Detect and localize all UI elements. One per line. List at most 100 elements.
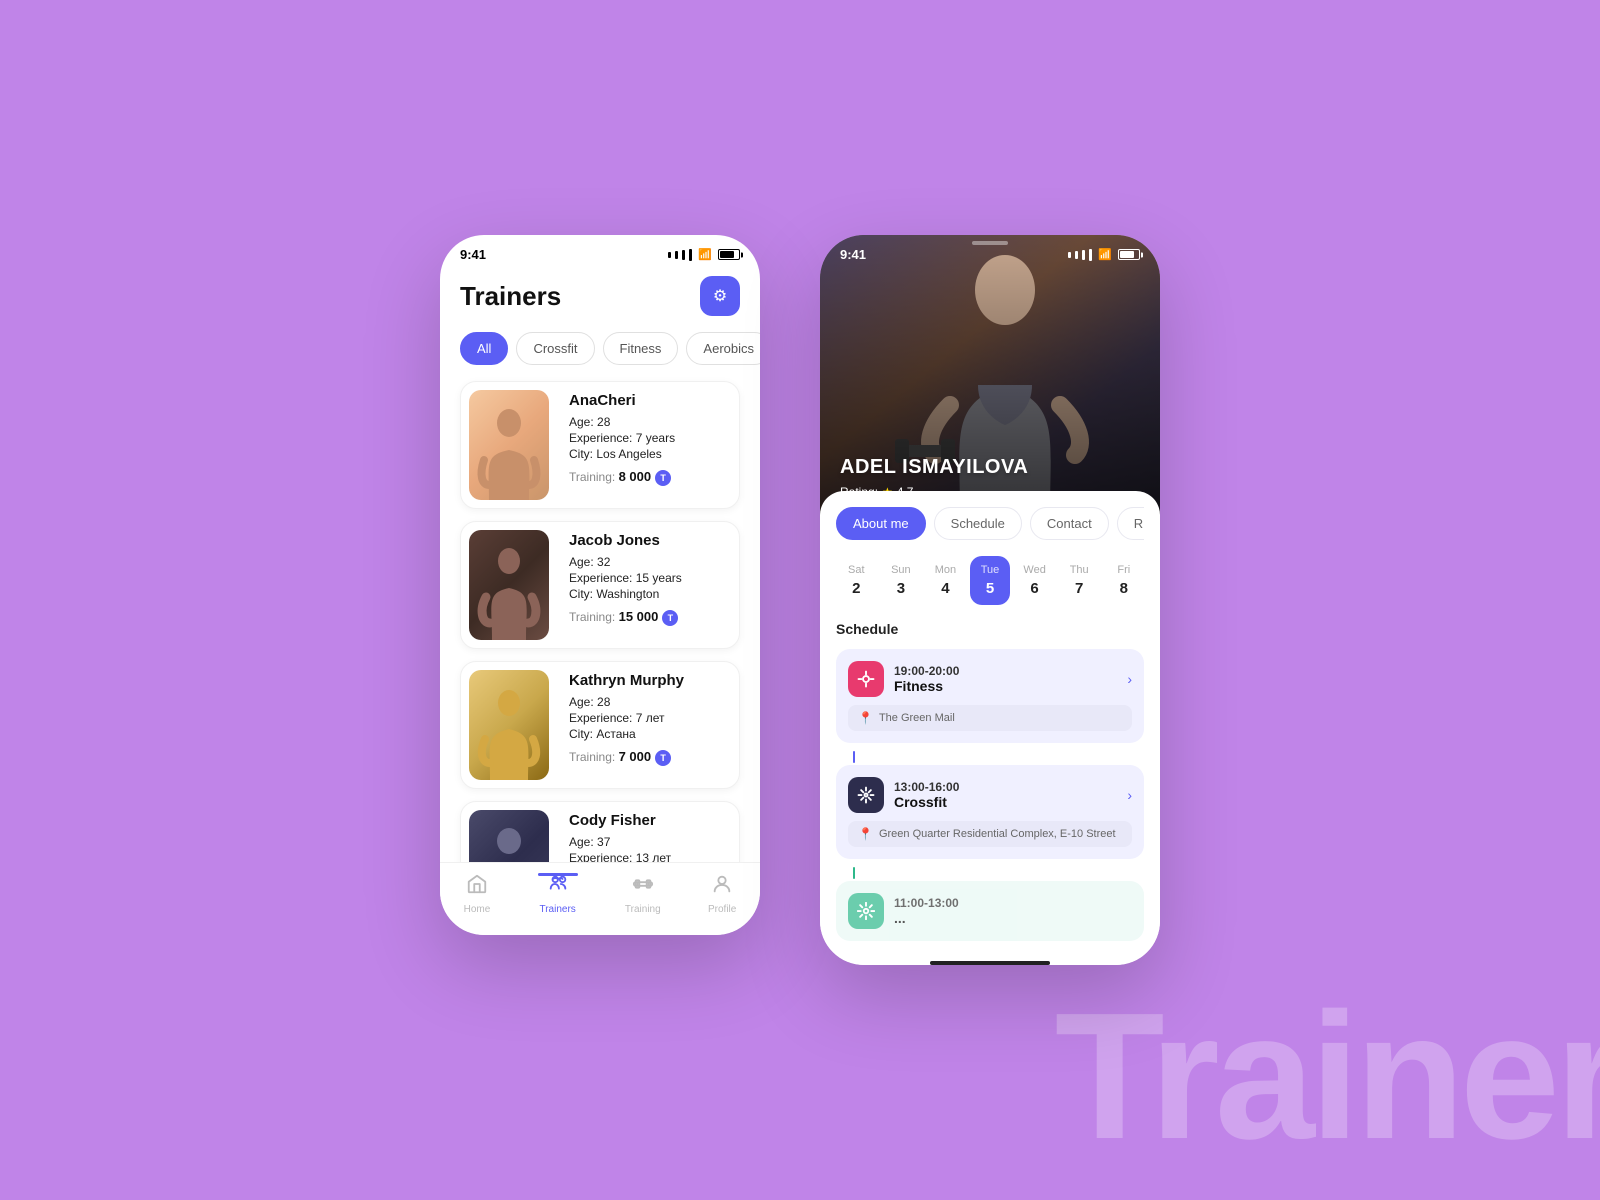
day-wed-name: Wed <box>1023 564 1045 576</box>
trainer-city-2: City: Washington <box>569 587 731 601</box>
home-icon <box>466 873 488 901</box>
trainer-city-3: City: Астана <box>569 727 731 741</box>
hero-area: 9:41 📶 <box>820 235 1160 515</box>
chevron-icon-2: › <box>1127 787 1132 803</box>
crossfit-icon <box>848 777 884 813</box>
signal-bar-3 <box>682 250 685 260</box>
tab-aerobics[interactable]: Aerobics <box>686 332 760 365</box>
schedule-time-1: 19:00-20:00 <box>894 664 1117 678</box>
bottom-nav: Home Trainers <box>440 862 760 935</box>
trainer-card-1[interactable]: AnaCheri Age: 28 Experience: 7 years Cit… <box>460 381 740 509</box>
schedule-header-2: 13:00-16:00 Crossfit › <box>848 777 1132 813</box>
day-sun-name: Sun <box>891 564 911 576</box>
home-indicator-area <box>836 949 1144 965</box>
schedule-name-2: Crossfit <box>894 794 1117 810</box>
price-badge-1 <box>655 470 671 486</box>
price-badge-2 <box>662 610 678 626</box>
tab-schedule[interactable]: Schedule <box>934 507 1022 540</box>
profile-icon <box>711 873 733 901</box>
signal-r-1 <box>1068 252 1071 258</box>
trainer-age-4: Age: 37 <box>569 835 731 849</box>
tab-contact[interactable]: Contact <box>1030 507 1109 540</box>
battery-icon <box>718 249 740 260</box>
nav-item-profile[interactable]: Profile <box>708 873 736 915</box>
price-badge-3 <box>655 750 671 766</box>
trainers-icon <box>547 873 569 901</box>
schedule-item-1[interactable]: 19:00-20:00 Fitness › 📍 The Green Mail <box>836 649 1144 743</box>
phones-container: 9:41 📶 Trainers ⚙ All Crossfit <box>440 235 1160 965</box>
time-left: 9:41 <box>460 247 486 262</box>
schedule-location-1: 📍 The Green Mail <box>848 705 1132 731</box>
schedule-section-title: Schedule <box>836 621 1144 637</box>
day-sat-num: 2 <box>852 580 860 597</box>
signal-r-3 <box>1082 250 1085 260</box>
schedule-connector-2 <box>853 867 855 879</box>
signal-r-2 <box>1075 251 1078 259</box>
filter-button[interactable]: ⚙ <box>700 276 740 316</box>
signal-r-4 <box>1089 249 1092 261</box>
status-bar-right: 9:41 📶 <box>820 235 1160 268</box>
nav-item-training[interactable]: Training <box>625 873 661 915</box>
day-thu-name: Thu <box>1070 564 1089 576</box>
location-pin-2: 📍 <box>858 827 873 841</box>
day-sat[interactable]: Sat 2 <box>836 556 877 605</box>
day-tue-num: 5 <box>986 580 994 597</box>
schedule-time-2: 13:00-16:00 <box>894 780 1117 794</box>
wifi-icon-right: 📶 <box>1098 248 1112 261</box>
trainer-photo-2 <box>469 530 549 640</box>
day-picker: Sat 2 Sun 3 Mon 4 Tue 5 Wed 6 <box>836 556 1144 605</box>
trainer-price-1: Training: 8 000 <box>569 469 731 486</box>
hero-trainer-name: ADEL ISMAYILOVA <box>840 456 1028 479</box>
tab-about-me[interactable]: About me <box>836 507 926 540</box>
nav-item-trainers[interactable]: Trainers <box>538 873 578 915</box>
trainer-name-1: AnaCheri <box>569 392 731 409</box>
schedule-item-2[interactable]: 13:00-16:00 Crossfit › 📍 Green Quarter R… <box>836 765 1144 859</box>
day-mon[interactable]: Mon 4 <box>925 556 966 605</box>
chevron-icon-1: › <box>1127 671 1132 687</box>
signal-bar-1 <box>668 252 671 258</box>
tab-all[interactable]: All <box>460 332 508 365</box>
day-tue[interactable]: Tue 5 <box>970 556 1011 605</box>
day-mon-name: Mon <box>935 564 956 576</box>
trainer-price-2: Training: 15 000 <box>569 609 731 626</box>
trainer-info-1: AnaCheri Age: 28 Experience: 7 years Cit… <box>569 382 739 508</box>
right-phone: 9:41 📶 <box>820 235 1160 965</box>
day-sun-num: 3 <box>897 580 905 597</box>
nav-item-home[interactable]: Home <box>464 873 491 915</box>
nav-label-home: Home <box>464 904 491 915</box>
page-title: Trainers <box>460 281 561 312</box>
schedule-connector-1 <box>853 751 855 763</box>
day-fri[interactable]: Fri 8 <box>1103 556 1144 605</box>
signal-bar-4 <box>689 249 692 261</box>
day-sun[interactable]: Sun 3 <box>881 556 922 605</box>
training-icon <box>632 873 654 901</box>
day-sat-name: Sat <box>848 564 865 576</box>
trainer-name-2: Jacob Jones <box>569 532 731 549</box>
tab-fitness[interactable]: Fitness <box>603 332 679 365</box>
day-thu-num: 7 <box>1075 580 1083 597</box>
location-text-1: The Green Mail <box>879 712 955 724</box>
trainer-card-2[interactable]: Jacob Jones Age: 32 Experience: 15 years… <box>460 521 740 649</box>
day-thu[interactable]: Thu 7 <box>1059 556 1100 605</box>
schedule-item-3-partial[interactable]: 11:00-13:00 ... <box>836 881 1144 941</box>
left-phone: 9:41 📶 Trainers ⚙ All Crossfit <box>440 235 760 935</box>
sheet-tabs: About me Schedule Contact R <box>836 507 1144 540</box>
trainer-exp-1: Experience: 7 years <box>569 431 731 445</box>
trainer-card-3[interactable]: Kathryn Murphy Age: 28 Experience: 7 лет… <box>460 661 740 789</box>
time-right: 9:41 <box>840 247 866 262</box>
trainer-age-2: Age: 32 <box>569 555 731 569</box>
battery-right <box>1118 249 1140 260</box>
trainer-photo-1 <box>469 390 549 500</box>
trainer-age-label-1: Age: 28 <box>569 415 731 429</box>
day-wed[interactable]: Wed 6 <box>1014 556 1055 605</box>
fitness-icon <box>848 661 884 697</box>
trainer-exp-2: Experience: 15 years <box>569 571 731 585</box>
status-bar-left: 9:41 📶 <box>440 235 760 268</box>
tab-crossfit[interactable]: Crossfit <box>516 332 594 365</box>
signal-bar-2 <box>675 251 678 259</box>
schedule-info-2: 13:00-16:00 Crossfit <box>894 780 1117 810</box>
wifi-icon: 📶 <box>698 248 712 261</box>
left-phone-content: Trainers ⚙ All Crossfit Fitness Aerobics <box>440 268 760 929</box>
schedule-info-1: 19:00-20:00 Fitness <box>894 664 1117 694</box>
tab-r[interactable]: R <box>1117 507 1144 540</box>
